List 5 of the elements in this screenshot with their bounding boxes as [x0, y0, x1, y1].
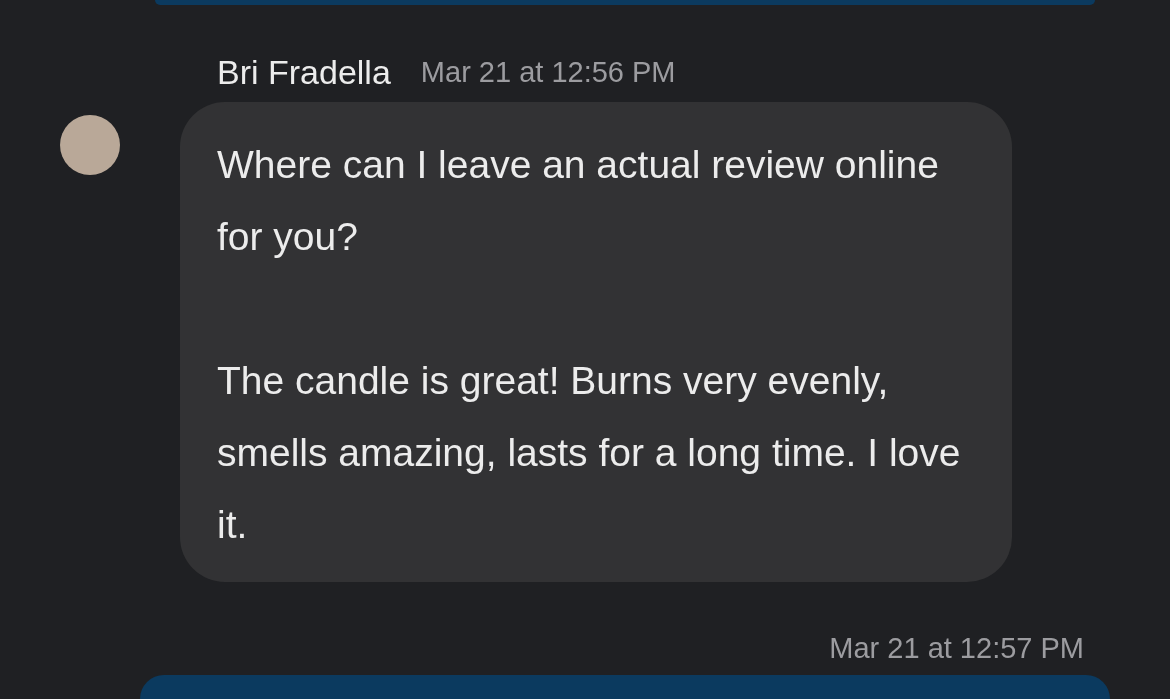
message-text: The candle is great! Burns very evenly, smells amazing, lasts for a long time. I love it. [217, 358, 962, 548]
sender-name: Bri Fradella [217, 52, 391, 92]
message-timestamp: Mar 21 at 12:56 PM [420, 55, 676, 89]
message-timestamp: Mar 21 at 12:57 PM [828, 631, 1085, 666]
message-text: Where can I leave an actual review online for you? [217, 142, 940, 260]
